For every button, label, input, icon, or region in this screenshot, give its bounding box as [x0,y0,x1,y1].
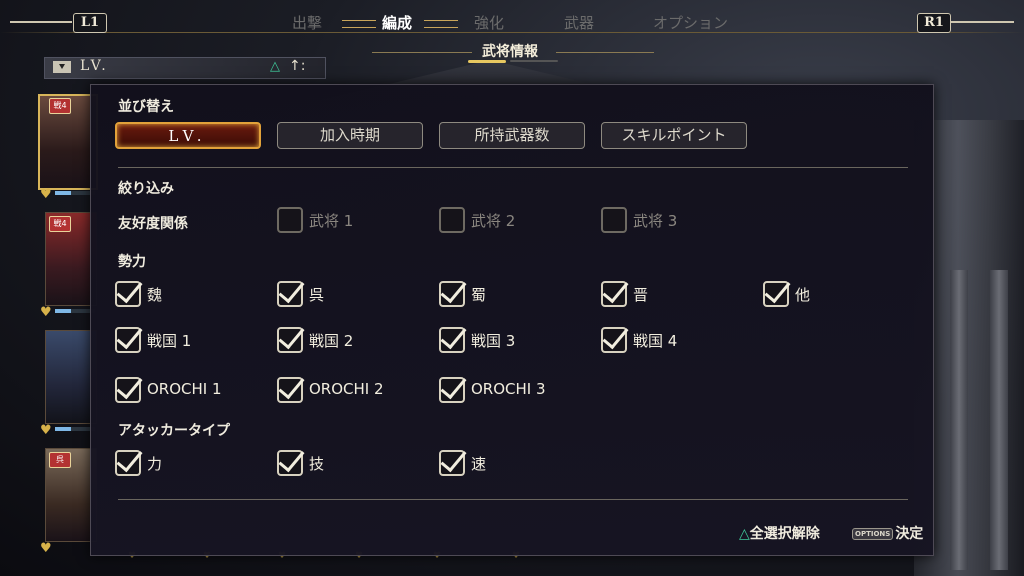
tab-formation[interactable]: 編成 [382,12,412,33]
active-tab-ornament-right [424,20,458,28]
checkbox-label: 技 [309,455,325,473]
top-navigation: L1 R1 出撃 編成 強化 武器 オプション [0,0,1024,40]
checkbox[interactable] [115,281,141,307]
checkbox-label: 武将 2 [471,212,516,230]
tab-weapons[interactable]: 武器 [564,12,594,33]
affinity-label: 友好度関係 [118,216,188,232]
sort-order-icon: ↑: [289,58,306,74]
character-badge: 戦4 [49,216,71,232]
checkbox[interactable] [439,207,465,233]
bond-bar [55,309,95,313]
heart-icon: ♥ [40,187,52,202]
sort-option-join-date[interactable]: 加入時期 [277,122,423,149]
checkbox-label: 他 [795,286,811,304]
checkbox[interactable] [439,377,465,403]
page-subtitle: 武将情報 [482,44,538,60]
checkbox[interactable] [763,281,789,307]
nav-tabs: 出撃 編成 強化 武器 オプション [280,12,760,34]
checkbox[interactable] [601,281,627,307]
heart-icon: ♥ [40,423,52,438]
checkbox-label: 速 [471,455,487,473]
checkbox-label: 戦国 2 [309,332,354,350]
checkbox[interactable] [277,281,303,307]
sort-down-icon [53,61,71,73]
l1-button[interactable]: L1 [73,13,107,33]
checkbox-label: OROCHI 1 [147,380,222,398]
bond-bar [55,427,95,431]
triangle-button-icon: △ [270,59,280,74]
active-tab-ornament-left [342,20,376,28]
subtitle-page-indicator [510,60,558,62]
bond-bar [55,191,95,195]
subtitle-line-right [556,52,654,53]
checkbox-label: 戦国 4 [633,332,678,350]
checkbox[interactable] [277,450,303,476]
subtitle-page-indicator-active [468,60,506,63]
checkbox[interactable] [439,281,465,307]
faction-heading: 勢力 [118,254,146,270]
checkbox-label: OROCHI 3 [471,380,546,398]
character-card[interactable]: 戦4 ♥ [37,210,97,320]
subtitle-line-left [372,52,472,53]
checkbox[interactable] [601,207,627,233]
character-badge: 呉 [49,452,71,468]
character-card[interactable]: 戦4 ♥ [37,92,98,202]
sort-heading: 並び替え [118,99,174,115]
checkbox[interactable] [439,327,465,353]
checkbox-label: 呉 [309,286,325,304]
attacker-type-heading: アタッカータイプ [118,423,230,439]
deselect-all-button[interactable]: △全選択解除 [739,523,820,543]
section-divider [118,167,908,168]
checkbox[interactable] [277,207,303,233]
sort-bar-value: LV. [80,58,109,74]
background-column [990,270,1008,570]
r1-button[interactable]: R1 [917,13,951,33]
tab-sortie[interactable]: 出撃 [292,12,322,33]
heart-icon: ♥ [40,541,52,556]
character-card[interactable]: 呉 ♥ [37,446,97,556]
r1-arm [951,21,1014,23]
checkbox-label: 魏 [147,286,163,304]
checkbox[interactable] [277,377,303,403]
tab-options[interactable]: オプション [653,12,728,33]
sort-option-level[interactable]: LV. [115,122,261,149]
sort-option-skill-points[interactable]: スキルポイント [601,122,747,149]
options-button-icon: OPTIONS [852,528,894,540]
checkbox[interactable] [115,450,141,476]
checkbox-label: 蜀 [471,286,487,304]
sort-option-weapon-count[interactable]: 所持武器数 [439,122,585,149]
checkbox[interactable] [277,327,303,353]
checkbox-label: 戦国 1 [147,332,192,350]
checkbox-label: 武将 3 [633,212,678,230]
checkbox[interactable] [601,327,627,353]
triangle-button-icon: △ [739,526,750,542]
tab-enhance[interactable]: 強化 [474,12,504,33]
section-divider [118,499,908,500]
confirm-label: 決定 [895,526,924,542]
character-card[interactable]: ♥ [37,328,97,438]
checkbox[interactable] [439,450,465,476]
checkbox[interactable] [115,327,141,353]
filter-heading: 絞り込み [118,181,174,197]
background-column [950,270,968,570]
deselect-all-label: 全選択解除 [749,526,820,542]
character-badge: 戦4 [49,98,71,114]
sort-bar[interactable]: LV. △ ↑: [44,57,326,79]
checkbox-label: 力 [147,455,163,473]
confirm-button[interactable]: OPTIONS 決定 [852,523,923,543]
checkbox-label: 晋 [633,286,649,304]
checkbox-label: OROCHI 2 [309,380,384,398]
sort-filter-panel: 並び替え LV. 加入時期 所持武器数 スキルポイント 絞り込み 友好度関係 武… [90,84,934,556]
checkbox-label: 戦国 3 [471,332,516,350]
checkbox-label: 武将 1 [309,212,354,230]
checkbox[interactable] [115,377,141,403]
heart-icon: ♥ [40,305,52,320]
l1-arm [10,21,72,23]
